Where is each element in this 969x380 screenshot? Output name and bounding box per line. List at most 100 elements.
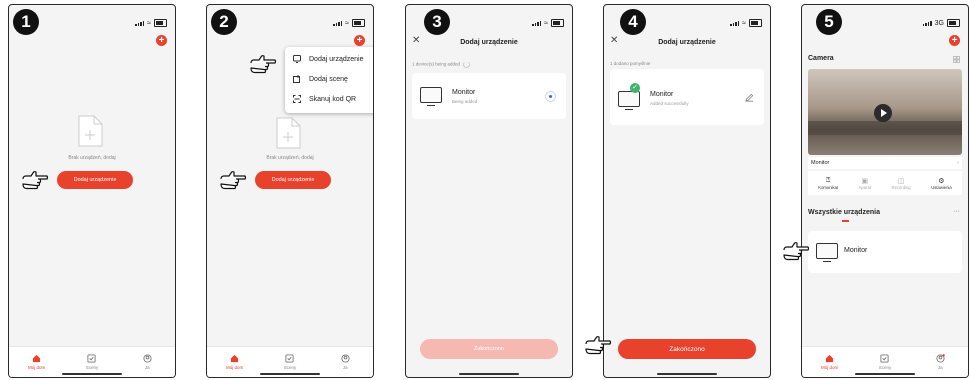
status-bar: ≈ — [532, 19, 564, 27]
pointing-hand-icon — [783, 242, 810, 261]
battery-icon — [947, 19, 960, 27]
title-underline — [842, 220, 849, 222]
tab-label: Ja — [144, 365, 150, 370]
device-icon — [293, 55, 301, 63]
chevron-right-icon: › — [957, 160, 959, 166]
add-device-button[interactable]: Dodaj urządzenie — [57, 171, 133, 189]
pointing-hand-icon — [220, 171, 247, 190]
battery-icon — [154, 19, 167, 27]
step-badge: 5 — [816, 9, 842, 35]
profile-icon — [936, 354, 945, 363]
menu-item-label: Skanuj kod QR — [309, 95, 357, 103]
add-device-button[interactable]: Dodaj urządzenie — [255, 171, 331, 189]
add-menu-popup: Dodaj urządzenie Dodaj scenę Skanuj kod … — [285, 47, 373, 113]
tab-me[interactable]: Ja — [127, 347, 167, 377]
home-indicator — [62, 373, 122, 375]
monitor-device-icon — [618, 91, 640, 110]
tab-label: Mój dom — [821, 365, 839, 370]
step-badge: 2 — [211, 9, 237, 35]
phone-screen-3: 3 ≈ ✕ Dodaj urządzenie 1 device(s) being… — [405, 4, 573, 378]
step-badge: 3 — [424, 9, 450, 35]
add-plus-button[interactable]: + — [354, 35, 365, 46]
device-card: Monitor Being added — [412, 73, 566, 119]
monitor-device-icon — [816, 243, 838, 262]
device-name: Monitor — [452, 89, 476, 96]
action-recording[interactable]: ◫ Recording — [892, 171, 911, 195]
home-indicator — [855, 373, 915, 375]
edit-pencil-icon[interactable] — [745, 93, 754, 102]
empty-document-icon — [78, 115, 103, 147]
camera-device-row[interactable]: Monitor › — [808, 157, 962, 169]
add-plus-button[interactable]: + — [949, 35, 960, 46]
action-label: Komunikat — [818, 184, 839, 190]
add-plus-button[interactable]: + — [156, 35, 167, 46]
menu-item-label: Dodaj scenę — [309, 75, 348, 83]
progress-subtitle-text: 1 device(s) being added — [412, 61, 461, 67]
all-devices-title: Wszystkie urządzenia — [808, 209, 880, 216]
menu-item-scan-qr[interactable]: Skanuj kod QR — [285, 89, 373, 109]
scene-icon — [293, 75, 300, 83]
done-button[interactable]: Zakończono — [618, 339, 756, 359]
battery-icon — [749, 19, 762, 27]
home-indicator — [657, 373, 717, 375]
menu-item-add-scene[interactable]: Dodaj scenę — [285, 69, 373, 89]
play-icon[interactable] — [874, 104, 892, 122]
success-check-icon: ✓ — [630, 83, 640, 93]
battery-icon — [551, 19, 564, 27]
scene-check-icon — [880, 354, 890, 363]
device-card[interactable]: Monitor — [808, 231, 962, 273]
device-name: Monitor — [650, 91, 674, 98]
wifi-icon: ≈ — [147, 19, 151, 27]
tab-me[interactable]: Ja — [325, 347, 365, 377]
camera-actions: ⍰ Komunikat ▣ Aparat ◫ Recording ⚙ Ustawieni… — [808, 171, 962, 195]
device-name: Monitor — [844, 247, 868, 254]
pointing-hand-icon — [585, 336, 612, 355]
network-type: 3G — [934, 19, 944, 27]
profile-icon — [341, 354, 350, 363]
success-subtitle: 1 dodano pomyślnie — [610, 61, 651, 66]
signal-icon — [333, 20, 343, 26]
done-button-disabled: Zakończono — [420, 339, 558, 359]
signal-icon — [532, 20, 542, 26]
home-icon — [826, 354, 834, 363]
camera-section-title: Camera — [808, 55, 834, 62]
pointing-hand-icon — [22, 171, 49, 190]
photo-icon: ▣ — [861, 177, 869, 185]
monitor-device-icon — [420, 87, 442, 106]
tab-me[interactable]: Ja — [920, 347, 960, 377]
status-bar: ≈ — [333, 19, 365, 27]
tab-my-home[interactable]: Mój dom — [215, 347, 255, 377]
action-label: Ustawienia — [931, 184, 952, 190]
home-icon — [33, 354, 41, 363]
action-message[interactable]: ⍰ Komunikat — [818, 171, 838, 195]
grid-view-icon[interactable] — [953, 56, 960, 63]
signal-icon — [922, 20, 932, 26]
phone-screen-2: 2 ≈ + Brak urządzeń, dodaj Dodaj urządze… — [206, 4, 374, 378]
tab-my-home[interactable]: Mój dom — [17, 347, 57, 377]
loading-indicator-icon — [545, 91, 556, 102]
phone-screen-4: 4 ≈ ✕ Dodaj urządzenie 1 dodano pomyślni… — [603, 4, 771, 378]
camera-preview[interactable] — [808, 69, 962, 155]
more-icon[interactable]: ··· — [953, 208, 960, 215]
menu-item-add-device[interactable]: Dodaj urządzenie — [285, 49, 373, 69]
qr-scan-icon — [293, 95, 301, 103]
device-status: Added successfully — [650, 101, 689, 106]
page-title: Dodaj urządzenie — [460, 39, 518, 46]
action-camera[interactable]: ▣ Aparat — [859, 171, 871, 195]
tab-label: Mój dom — [226, 365, 244, 370]
tab-my-home[interactable]: Mój dom — [810, 347, 850, 377]
scene-check-icon — [87, 354, 97, 363]
status-bar: ≈ — [730, 19, 762, 27]
empty-state-text: Brak urządzeń, dodaj — [68, 155, 116, 161]
home-indicator — [459, 373, 519, 375]
pointing-hand-icon — [250, 55, 277, 74]
action-label: Aparat — [858, 184, 871, 190]
action-settings[interactable]: ⚙ Ustawienia — [931, 171, 951, 195]
tab-label: Sceny — [283, 365, 297, 370]
wifi-icon: ≈ — [544, 19, 548, 27]
tab-label: Ja — [937, 365, 943, 370]
tab-label: Ja — [342, 365, 348, 370]
tab-label: Sceny — [878, 365, 892, 370]
device-status: Being added — [452, 99, 478, 104]
progress-subtitle: 1 device(s) being added — [412, 61, 471, 68]
